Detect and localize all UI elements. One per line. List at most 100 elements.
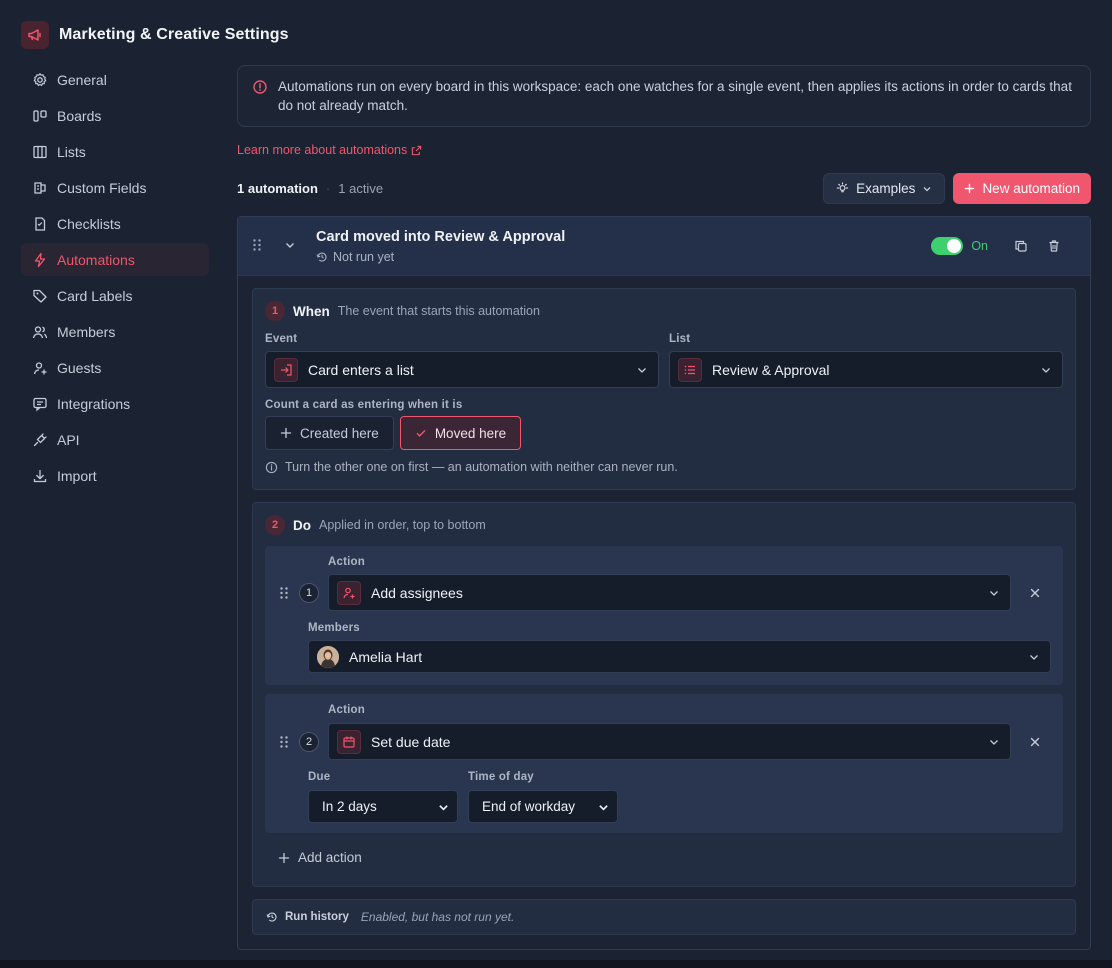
toolbar: Examples New automation <box>823 173 1091 204</box>
columns-icon <box>33 145 47 158</box>
chevron-down-icon <box>990 591 998 596</box>
sidebar-item-integrations[interactable]: Integrations <box>21 387 209 420</box>
created-here-option[interactable]: Created here <box>265 416 394 450</box>
sidebar: General Boards Lists Custom Fields Check… <box>21 63 209 495</box>
collapse-chevron-icon[interactable] <box>284 238 296 254</box>
sidebar-item-label: Custom Fields <box>57 179 147 196</box>
sidebar-item-custom-fields[interactable]: Custom Fields <box>21 171 209 204</box>
chevron-down-icon <box>599 805 608 811</box>
sidebar-item-api[interactable]: API <box>21 423 209 456</box>
list-icon <box>678 357 702 382</box>
history-icon <box>266 912 277 922</box>
action-number: 2 <box>299 732 319 752</box>
main-content: Automations run on every board in this w… <box>237 65 1091 950</box>
time-select[interactable]: End of workday <box>468 790 618 823</box>
section-name: Do <box>293 517 311 533</box>
action-item: 1 Action Add assignees Members Amelia Ha… <box>265 546 1063 685</box>
members-label: Members <box>308 622 360 634</box>
remove-action-icon[interactable] <box>1029 586 1041 602</box>
member-name: Amelia Hart <box>349 648 423 665</box>
moved-here-label: Moved here <box>434 425 507 441</box>
plus-icon <box>278 852 290 863</box>
guest-icon <box>33 361 47 374</box>
do-title-row: 2 Do Applied in order, top to bottom <box>265 515 486 535</box>
automation-header: Card moved into Review & Approval Not ru… <box>238 217 1090 276</box>
info-circle-icon <box>265 461 278 473</box>
plus-icon <box>965 183 975 194</box>
avatar <box>317 645 339 668</box>
sidebar-item-label: Guests <box>57 359 102 376</box>
members-select[interactable]: Amelia Hart <box>308 640 1051 673</box>
drag-handle-icon[interactable] <box>252 238 266 255</box>
page-title: Marketing & Creative Settings <box>59 26 289 43</box>
boards-icon <box>33 109 47 122</box>
when-title-row: 1 When The event that starts this automa… <box>265 301 540 321</box>
trash-icon[interactable] <box>1037 239 1070 253</box>
enabled-toggle[interactable] <box>931 237 964 255</box>
sidebar-item-import[interactable]: Import <box>21 459 209 492</box>
event-select[interactable]: Card enters a list <box>265 351 659 388</box>
section-name: When <box>293 303 330 319</box>
action-select[interactable]: Add assignees <box>328 574 1011 611</box>
due-label: Due <box>308 771 331 783</box>
gear-icon <box>33 72 47 86</box>
examples-button[interactable]: Examples <box>823 173 946 204</box>
action-select[interactable]: Set due date <box>328 723 1011 760</box>
step-badge: 2 <box>265 515 285 535</box>
chevron-down-icon <box>439 805 448 811</box>
list-select[interactable]: Review & Approval <box>669 351 1063 388</box>
new-automation-label: New automation <box>982 181 1080 196</box>
lightning-icon <box>34 252 46 267</box>
info-circle-icon <box>253 80 267 94</box>
remove-action-icon[interactable] <box>1029 735 1041 751</box>
calendar-icon <box>337 729 361 754</box>
action-value: Add assignees <box>371 584 463 601</box>
chevron-down-icon <box>638 368 646 373</box>
automation-card: Card moved into Review & Approval Not ru… <box>237 216 1091 950</box>
sidebar-item-label: API <box>57 431 80 448</box>
run-history[interactable]: Run history Enabled, but has not run yet… <box>252 899 1076 935</box>
entry-options: Created here Moved here <box>265 416 522 450</box>
plug-icon <box>33 432 47 446</box>
custom-fields-icon <box>34 181 46 194</box>
moved-here-option[interactable]: Moved here <box>399 416 522 450</box>
event-label: Event <box>265 333 298 345</box>
step-badge: 1 <box>265 301 285 321</box>
time-label: Time of day <box>468 771 534 783</box>
megaphone-icon <box>21 21 49 49</box>
sidebar-item-boards[interactable]: Boards <box>21 99 209 132</box>
count-label: Count a card as entering when it is <box>265 399 463 411</box>
duplicate-icon[interactable] <box>1004 239 1037 253</box>
add-action-button[interactable]: Add action <box>278 850 362 865</box>
sidebar-item-general[interactable]: General <box>21 63 209 96</box>
chevron-down-icon <box>1042 368 1050 373</box>
sidebar-item-label: Automations <box>57 251 135 268</box>
sidebar-item-automations[interactable]: Automations <box>21 243 209 276</box>
sidebar-item-guests[interactable]: Guests <box>21 351 209 384</box>
checklist-icon <box>35 216 46 231</box>
automation-count: 1 automation <box>237 181 318 196</box>
drag-handle-icon[interactable] <box>279 735 289 752</box>
action-number: 1 <box>299 583 319 603</box>
banner-text: Automations run on every board in this w… <box>278 79 1072 113</box>
sidebar-item-card-labels[interactable]: Card Labels <box>21 279 209 312</box>
add-user-icon <box>337 580 361 605</box>
history-icon <box>316 252 327 262</box>
sidebar-item-label: Members <box>57 323 116 340</box>
sidebar-item-label: General <box>57 71 107 88</box>
sidebar-item-members[interactable]: Members <box>21 315 209 348</box>
new-automation-button[interactable]: New automation <box>953 173 1091 204</box>
hint-row: Turn the other one on first — an automat… <box>265 460 678 474</box>
learn-more-link[interactable]: Learn more about automations <box>237 143 422 157</box>
toggle-label: On <box>971 239 988 253</box>
hint-text: Turn the other one on first — an automat… <box>285 460 678 474</box>
settings-window: Marketing & Creative Settings General Bo… <box>0 0 1112 960</box>
due-select[interactable]: In 2 days <box>308 790 458 823</box>
drag-handle-icon[interactable] <box>279 586 289 603</box>
integrations-icon <box>33 397 47 411</box>
examples-label: Examples <box>856 181 916 196</box>
download-icon <box>33 469 47 482</box>
sidebar-item-checklists[interactable]: Checklists <box>21 207 209 240</box>
active-count: 1 active <box>338 181 384 196</box>
sidebar-item-lists[interactable]: Lists <box>21 135 209 168</box>
